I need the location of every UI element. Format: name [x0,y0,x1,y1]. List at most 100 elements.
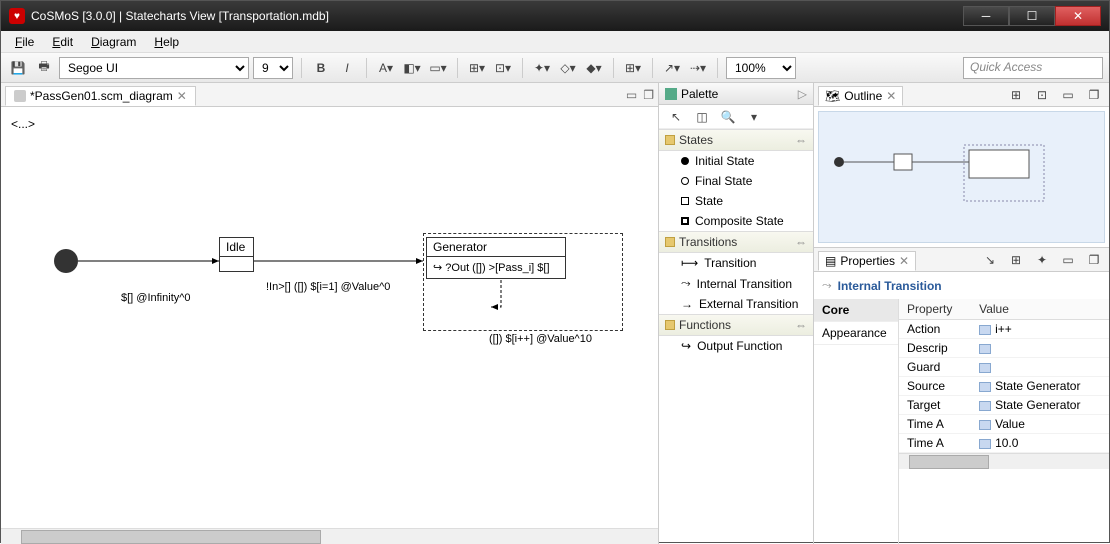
menu-diagram[interactable]: Diagram [83,33,144,51]
palette-output-function[interactable]: ↪Output Function [659,336,813,356]
property-row[interactable]: Descrip [899,339,1109,358]
props-tool-1[interactable]: ↘ [979,249,1001,271]
property-row[interactable]: Guard [899,358,1109,377]
palette-final-state[interactable]: Final State [659,171,813,191]
editor-tab[interactable]: *PassGen01.scm_diagram ✕ [5,86,196,106]
palette-cat-states[interactable]: States⇔ [659,129,813,151]
idle-state-node[interactable]: Idle [219,237,254,272]
property-value[interactable]: State Generator [971,377,1109,396]
property-value[interactable]: 10.0 [971,434,1109,453]
property-value[interactable]: Value [971,415,1109,434]
palette-external-transition[interactable]: →External Transition [659,294,813,314]
palette-collapse-icon[interactable]: ▷ [798,87,807,101]
generator-state-label: Generator [427,238,565,257]
menu-help[interactable]: Help [146,33,187,51]
outline-tool-1[interactable]: ⊞ [1005,84,1027,106]
menu-file[interactable]: File [7,33,42,51]
select-tool-icon[interactable]: ↖ [665,106,687,128]
outline-max-icon[interactable]: ❐ [1083,84,1105,106]
property-name: Source [899,377,971,396]
diagram-canvas[interactable]: <...> Idle Generator ↪ ?Out ([]) >[Pass_… [1,107,658,528]
palette-state[interactable]: State [659,191,813,211]
idle-state-label: Idle [220,238,253,257]
toolbar-btn-5[interactable]: ◆▾ [583,57,605,79]
palette-cat-functions[interactable]: Functions⇔ [659,314,813,336]
initial-state-node[interactable] [54,249,78,273]
palette-composite-state[interactable]: Composite State [659,211,813,231]
fill-color-icon[interactable]: ◧▾ [401,57,423,79]
zoom-select[interactable]: 100% [726,57,796,79]
minimize-button[interactable]: ─ [963,6,1009,26]
outline-tab[interactable]: 🗺 Outline ✕ [818,86,903,106]
bold-icon[interactable]: B [310,57,332,79]
save-icon[interactable]: 💾 [7,57,29,79]
property-row[interactable]: TargetState Generator [899,396,1109,415]
palette-panel: Palette ▷ ↖ ◫ 🔍 ▾ States⇔ Initial State … [659,83,814,544]
properties-tab[interactable]: ▤ Properties ✕ [818,251,916,271]
font-size-select[interactable]: 9 [253,57,293,79]
outline-icon: 🗺 [825,89,840,103]
editor-hscrollbar[interactable] [1,528,658,544]
tab-close-icon[interactable]: ✕ [177,89,187,103]
properties-close-icon[interactable]: ✕ [899,254,909,268]
property-value[interactable] [971,358,1109,377]
outline-tabstrip: 🗺 Outline ✕ ⊞ ⊡ ▭ ❐ [814,83,1109,107]
property-row[interactable]: Time AValue [899,415,1109,434]
palette-cat-transitions[interactable]: Transitions⇔ [659,231,813,253]
props-min-icon[interactable]: ▭ [1057,249,1079,271]
outline-canvas[interactable] [818,111,1105,243]
font-color-icon[interactable]: A▾ [375,57,397,79]
toolbar-btn-6[interactable]: ⊞▾ [622,57,644,79]
title-bar: ♥ CoSMoS [3.0.0] | Statecharts View [Tra… [1,1,1109,31]
property-value[interactable] [971,339,1109,358]
props-tool-2[interactable]: ⊞ [1005,249,1027,271]
palette-transition[interactable]: ⟼Transition [659,253,813,273]
properties-icon: ▤ [825,254,836,268]
props-max-icon[interactable]: ❐ [1083,249,1105,271]
print-icon[interactable]: 🖶 [33,57,55,79]
property-value[interactable]: State Generator [971,396,1109,415]
toolbar-btn-1[interactable]: ⊞▾ [466,57,488,79]
editor-tabstrip: *PassGen01.scm_diagram ✕ ▭ ❐ [1,83,658,107]
props-hscrollbar[interactable] [899,453,1109,469]
note-tool-icon[interactable]: ▾ [743,106,765,128]
line-color-icon[interactable]: ▭▾ [427,57,449,79]
outline-tool-2[interactable]: ⊡ [1031,84,1053,106]
properties-table: Property Value Actioni++DescripGuardSour… [899,299,1109,544]
toolbar-btn-7[interactable]: ↗▾ [661,57,683,79]
italic-icon[interactable]: I [336,57,358,79]
props-col-value[interactable]: Value [971,299,1109,320]
zoom-tool-icon[interactable]: 🔍 [717,106,739,128]
outline-close-icon[interactable]: ✕ [886,89,896,103]
toolbar-btn-3[interactable]: ✦▾ [531,57,553,79]
property-name: Time A [899,434,971,453]
outline-min-icon[interactable]: ▭ [1057,84,1079,106]
outline-title: Outline [844,89,882,103]
property-name: Action [899,320,971,339]
toolbar-btn-4[interactable]: ◇▾ [557,57,579,79]
properties-section-title: ⤳ Internal Transition [814,272,1109,299]
font-family-select[interactable]: Segoe UI [59,57,249,79]
property-row[interactable]: Actioni++ [899,320,1109,339]
property-row[interactable]: Time A10.0 [899,434,1109,453]
maximize-button[interactable]: ☐ [1009,6,1055,26]
toolbar-btn-8[interactable]: ⇢▾ [687,57,709,79]
props-tab-core[interactable]: Core [814,299,898,322]
props-col-property[interactable]: Property [899,299,971,320]
marquee-tool-icon[interactable]: ◫ [691,106,713,128]
palette-initial-state[interactable]: Initial State [659,151,813,171]
property-row[interactable]: SourceState Generator [899,377,1109,396]
props-tab-appearance[interactable]: Appearance [814,322,898,345]
close-button[interactable]: ✕ [1055,6,1101,26]
quick-access-input[interactable]: Quick Access [963,57,1103,79]
toolbar-btn-2[interactable]: ⊡▾ [492,57,514,79]
editor-maximize-icon[interactable]: ❐ [643,88,654,102]
props-tool-3[interactable]: ✦ [1031,249,1053,271]
menu-bar: File Edit Diagram Help [1,31,1109,53]
self-edge-label: ([]) $[i++] @Value^10 [489,333,592,345]
palette-internal-transition[interactable]: ⤳Internal Transition [659,273,813,294]
property-value[interactable]: i++ [971,320,1109,339]
generator-state-node[interactable]: Generator ↪ ?Out ([]) >[Pass_i] $[] [426,237,566,279]
editor-minimize-icon[interactable]: ▭ [626,88,637,102]
menu-edit[interactable]: Edit [44,33,81,51]
